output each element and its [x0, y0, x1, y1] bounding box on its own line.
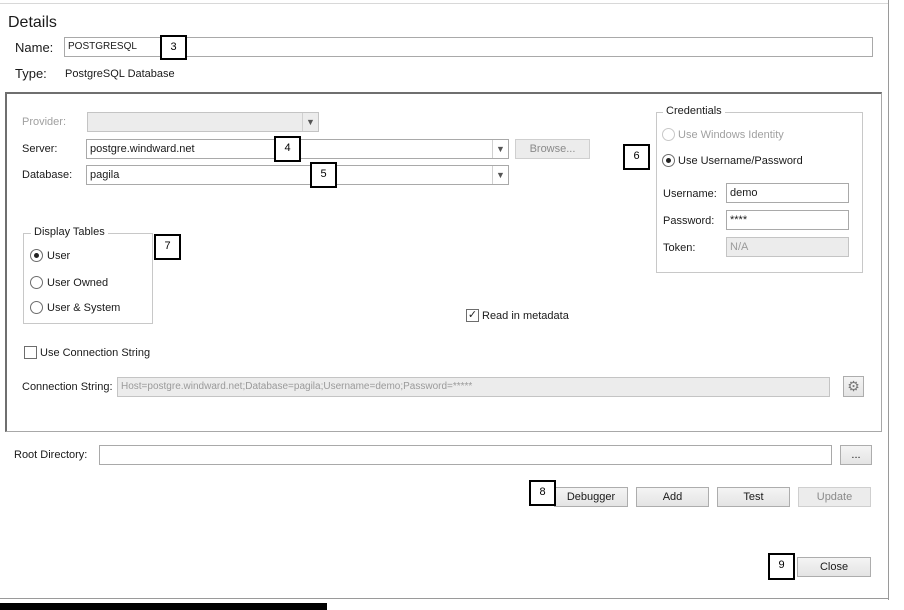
- root-directory-label: Root Directory:: [14, 449, 88, 461]
- username-label: Username:: [663, 188, 717, 200]
- password-input[interactable]: ****: [726, 210, 849, 230]
- add-button[interactable]: Add: [636, 487, 709, 507]
- callout-6: 6: [623, 144, 650, 170]
- callout-5: 5: [310, 162, 337, 188]
- gear-icon[interactable]: ⚙: [843, 376, 864, 397]
- token-input[interactable]: N/A: [726, 237, 849, 257]
- username-password-label: Use Username/Password: [678, 155, 803, 167]
- display-tables-title: Display Tables: [31, 226, 108, 238]
- database-select[interactable]: pagila ▼: [86, 165, 509, 185]
- test-button[interactable]: Test: [717, 487, 790, 507]
- connection-string-input[interactable]: Host=postgre.windward.net;Database=pagil…: [117, 377, 830, 397]
- username-input-value: demo: [730, 187, 758, 199]
- browse-button[interactable]: Browse...: [515, 139, 590, 159]
- close-button[interactable]: Close: [797, 557, 871, 577]
- database-select-value: pagila: [90, 169, 120, 181]
- provider-label: Provider:: [22, 116, 67, 128]
- callout-7: 7: [154, 234, 181, 260]
- user-owned-radio[interactable]: [30, 276, 43, 289]
- user-system-radio[interactable]: [30, 301, 43, 314]
- update-button[interactable]: Update: [798, 487, 871, 507]
- username-input[interactable]: demo: [726, 183, 849, 203]
- user-radio[interactable]: [30, 249, 43, 262]
- password-input-value: ****: [730, 214, 748, 226]
- server-label: Server:: [22, 143, 58, 155]
- token-label: Token:: [663, 242, 696, 254]
- details-heading: Details: [8, 14, 57, 31]
- use-connection-string-checkbox[interactable]: [24, 346, 37, 359]
- callout-8: 8: [529, 480, 556, 506]
- user-owned-radio-label: User Owned: [47, 277, 109, 289]
- windows-identity-radio[interactable]: [662, 128, 675, 141]
- read-metadata-label: Read in metadata: [482, 310, 569, 322]
- database-label: Database:: [22, 169, 73, 181]
- credentials-title: Credentials: [663, 105, 725, 117]
- callout-9: 9: [768, 553, 795, 580]
- callout-4: 4: [274, 136, 301, 162]
- server-select-value: postgre.windward.net: [90, 143, 195, 155]
- callout-3: 3: [160, 35, 187, 60]
- root-directory-browse-button[interactable]: ...: [840, 445, 872, 465]
- window-bottom-edge: [0, 598, 889, 599]
- connection-string-label: Connection String:: [22, 381, 113, 393]
- checkmark-icon: ✓: [467, 309, 478, 321]
- connection-string-value: Host=postgre.windward.net;Database=pagil…: [121, 381, 473, 392]
- chevron-down-icon: ▼: [492, 140, 508, 158]
- name-label: Name:: [15, 40, 54, 55]
- name-input-value: POSTGRESQL: [68, 41, 137, 52]
- window-top-edge: [0, 3, 889, 4]
- use-connection-string-label: Use Connection String: [40, 347, 151, 359]
- debugger-button[interactable]: Debugger: [554, 487, 628, 507]
- windows-identity-label: Use Windows Identity: [678, 129, 784, 141]
- read-metadata-checkbox[interactable]: ✓: [466, 309, 479, 322]
- token-input-value: N/A: [730, 241, 749, 253]
- root-directory-input[interactable]: [99, 445, 832, 465]
- chevron-down-icon: ▼: [492, 166, 508, 184]
- taskbar-strip: [0, 603, 327, 610]
- provider-select[interactable]: ▼: [87, 112, 319, 132]
- user-system-radio-label: User & System: [47, 302, 121, 314]
- window-right-edge: [888, 0, 889, 600]
- username-password-radio[interactable]: [662, 154, 675, 167]
- type-label: Type:: [15, 66, 47, 81]
- password-label: Password:: [663, 215, 715, 227]
- user-radio-label: User: [47, 250, 71, 262]
- chevron-down-icon: ▼: [302, 113, 318, 131]
- type-value: PostgreSQL Database: [65, 68, 175, 80]
